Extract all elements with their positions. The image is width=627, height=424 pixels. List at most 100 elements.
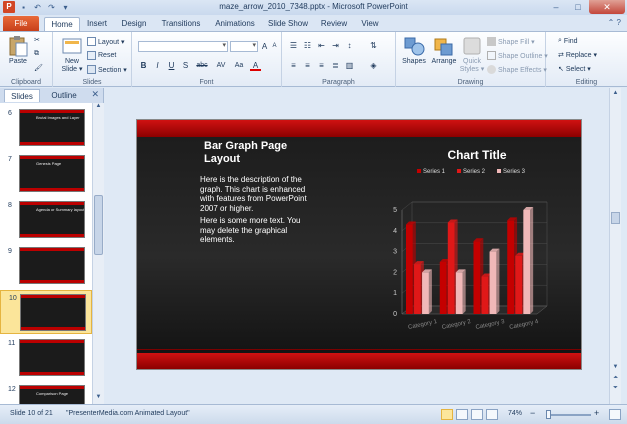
zoom-out-button[interactable]: −	[530, 408, 535, 418]
bar	[447, 222, 455, 314]
underline-button[interactable]: U	[166, 60, 177, 71]
ribbon-help-icon[interactable]: ⌃ ?	[608, 18, 621, 27]
slide-title[interactable]: Bar Graph Page Layout	[204, 140, 314, 166]
select-button[interactable]: ↖ Select ▾	[558, 65, 591, 73]
thumbnail-bottom-bar	[20, 372, 84, 375]
shrink-font-icon[interactable]: A	[269, 41, 280, 52]
close-panel-icon[interactable]: ✕	[91, 89, 99, 100]
minimize-button[interactable]: –	[545, 0, 567, 14]
decrease-indent-icon[interactable]: ⇤	[316, 40, 327, 51]
paste-button[interactable]: Paste	[6, 35, 30, 66]
cut-icon[interactable]: ✂	[34, 36, 40, 44]
scroll-down-icon[interactable]: ▼	[610, 364, 621, 370]
tab-review[interactable]: Review	[317, 17, 351, 31]
italic-button[interactable]: I	[152, 60, 163, 71]
tab-home[interactable]: Home	[44, 17, 80, 31]
align-right-icon[interactable]: ≡	[316, 60, 327, 71]
slide-thumbnail[interactable]: 9	[0, 244, 92, 288]
bold-button[interactable]: B	[138, 60, 149, 71]
find-label: Find	[563, 37, 578, 45]
slide-thumbnail[interactable]: 7 Genesis Page	[0, 152, 92, 196]
smartart-icon[interactable]: ◈	[368, 60, 379, 71]
align-center-icon[interactable]: ≡	[302, 60, 313, 71]
tab-view[interactable]: View	[356, 17, 384, 31]
zoom-slider-knob[interactable]	[546, 410, 551, 419]
increase-indent-icon[interactable]: ⇥	[330, 40, 341, 51]
font-family-dropdown[interactable]	[138, 41, 228, 52]
strikethrough-button[interactable]: abc	[194, 60, 210, 71]
bar	[406, 224, 413, 314]
paste-label: Paste	[9, 58, 27, 65]
new-slide-label: New	[64, 58, 79, 65]
slide-thumbnail[interactable]: 12 Comparison Page	[0, 382, 92, 404]
scroll-thumb[interactable]	[94, 195, 103, 255]
slide-description[interactable]: Here is the description of the graph. Th…	[200, 175, 310, 248]
scroll-down-icon[interactable]: ▼	[93, 394, 104, 404]
line-spacing-icon[interactable]: ↕	[344, 40, 355, 51]
tab-insert[interactable]: Insert	[82, 17, 112, 31]
fit-slide-icon[interactable]	[609, 409, 621, 420]
tab-slides[interactable]: Slides	[4, 89, 40, 102]
tab-file[interactable]: File	[3, 16, 39, 31]
align-left-icon[interactable]: ≡	[288, 60, 299, 71]
bar-chart[interactable]: Chart Title Series 1 Series 2 Series 3 0 1 2 3 4…	[377, 142, 577, 342]
slide-thumbnail-number: 12	[8, 386, 16, 393]
shape-outline-icon	[487, 51, 496, 60]
binoculars-icon: ⌕	[558, 37, 562, 44]
shape-effects-button[interactable]: Shape Effects ▾	[487, 65, 547, 74]
zoom-in-button[interactable]: +	[594, 408, 599, 418]
slide-thumbnail[interactable]: 6 Brutal Images and Layer	[0, 106, 92, 150]
tab-design[interactable]: Design	[117, 17, 151, 31]
section-button[interactable]: Section ▾	[87, 65, 127, 74]
copy-icon[interactable]: ⧉	[34, 50, 39, 58]
tab-outline[interactable]: Outline	[44, 89, 84, 102]
zoom-level[interactable]: 74%	[508, 410, 522, 417]
numbering-icon[interactable]: ☷	[302, 40, 313, 51]
columns-icon[interactable]: ▥	[344, 60, 355, 71]
replace-button[interactable]: ⇄ Replace ▾	[558, 51, 597, 59]
scroll-up-icon[interactable]: ▲	[610, 90, 621, 96]
arrange-button[interactable]: Arrange	[429, 35, 459, 66]
maximize-button[interactable]: □	[567, 0, 589, 14]
tab-transitions[interactable]: Transitions	[156, 17, 206, 31]
layout-button[interactable]: Layout ▾	[87, 37, 124, 46]
format-painter-icon[interactable]: 🖌	[34, 64, 43, 72]
current-slide[interactable]: Bar Graph Page Layout Here is the descri…	[136, 119, 582, 370]
slide-scrollbar[interactable]: ▲ ▼ ⏶ ⏷	[609, 88, 621, 404]
tab-slide-show[interactable]: Slide Show	[264, 17, 312, 31]
slide-show-view-icon[interactable]	[486, 409, 498, 420]
next-slide-icon[interactable]: ⏷	[610, 385, 621, 392]
slide-divider	[137, 349, 581, 350]
bullets-icon[interactable]: ☰	[288, 40, 299, 51]
scroll-up-icon[interactable]: ▲	[93, 103, 104, 113]
slide-thumbnail-preview: Genesis Page	[19, 155, 85, 192]
font-color-button[interactable]: A	[250, 60, 261, 71]
close-button[interactable]: ✕	[589, 0, 625, 14]
quick-styles-button[interactable]: Quick Styles ▾	[459, 35, 485, 74]
shapes-button[interactable]: Shapes	[400, 35, 428, 66]
shadow-button[interactable]: S	[180, 60, 191, 71]
theme-name[interactable]: "PresenterMedia.com Animated Layout"	[66, 410, 190, 417]
scroll-thumb[interactable]	[611, 212, 620, 224]
slide-thumbnail[interactable]: 11	[0, 336, 92, 380]
font-size-dropdown[interactable]	[230, 41, 258, 52]
character-spacing-button[interactable]: AV	[214, 60, 228, 71]
justify-icon[interactable]: ≣	[330, 60, 341, 71]
text-direction-icon[interactable]: ⇅	[368, 40, 379, 51]
find-button[interactable]: ⌕ Find	[558, 37, 578, 45]
normal-view-icon[interactable]	[441, 409, 453, 420]
new-slide-button[interactable]: New Slide ▾	[59, 35, 85, 74]
panel-scrollbar[interactable]: ▲ ▼	[92, 103, 104, 404]
shape-outline-button[interactable]: Shape Outline ▾	[487, 51, 548, 60]
slide-sorter-view-icon[interactable]	[456, 409, 468, 420]
change-case-button[interactable]: Aa	[232, 60, 246, 71]
slide-thumbnail[interactable]: 10	[0, 290, 92, 334]
section-label: Section ▾	[98, 66, 127, 74]
reading-view-icon[interactable]	[471, 409, 483, 420]
zoom-slider[interactable]	[551, 414, 591, 416]
shape-fill-button[interactable]: Shape Fill ▾	[487, 37, 535, 46]
previous-slide-icon[interactable]: ⏶	[610, 375, 621, 382]
slide-thumbnail[interactable]: 8 Agenda or Summary layout	[0, 198, 92, 242]
tab-animations[interactable]: Animations	[210, 17, 260, 31]
reset-button[interactable]: Reset	[87, 51, 116, 60]
